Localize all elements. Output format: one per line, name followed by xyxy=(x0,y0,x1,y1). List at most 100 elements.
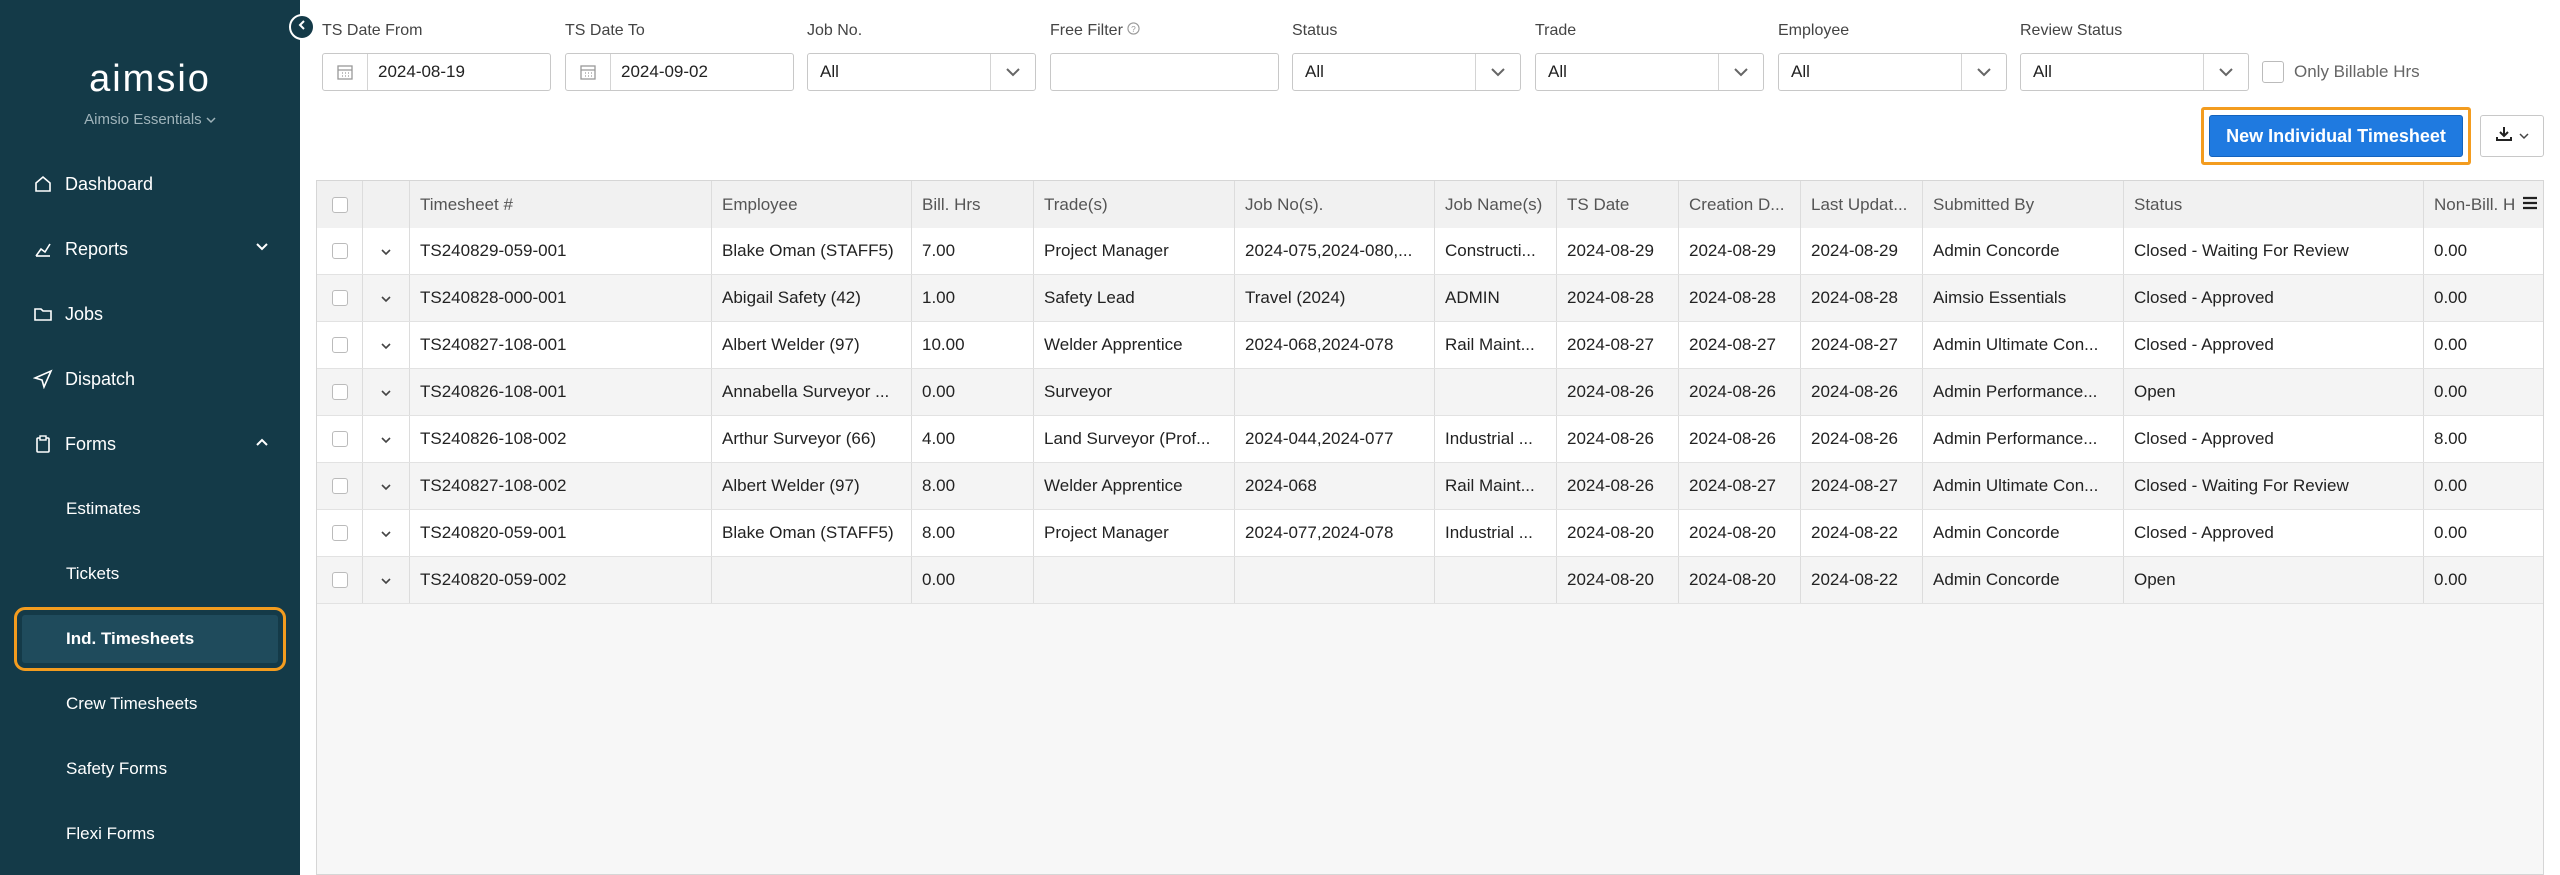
cell-status-text: Closed - Approved xyxy=(2134,288,2274,307)
chevron-down-icon xyxy=(2203,54,2248,90)
sub-crew-timesheets[interactable]: Crew Timesheets xyxy=(22,680,278,728)
table-row[interactable]: TS240827-108-001 Albert Welder (97) 10.00 W… xyxy=(317,322,2543,369)
header-job-names[interactable]: Job Name(s) xyxy=(1435,181,1557,228)
row-checkbox[interactable] xyxy=(331,525,348,541)
export-button[interactable] xyxy=(2480,115,2544,157)
new-individual-timesheet-button[interactable]: New Individual Timesheet xyxy=(2209,115,2463,157)
sub-flexi-forms[interactable]: Flexi Forms xyxy=(22,810,278,858)
cell-job-names: Constructi... xyxy=(1435,228,1557,274)
cell-employee: Blake Oman (STAFF5) xyxy=(712,228,912,274)
header-creation-date[interactable]: Creation D... xyxy=(1679,181,1801,228)
review-status-select[interactable]: All xyxy=(2020,53,2249,91)
cell-bill-hrs-text: 4.00 xyxy=(922,429,956,448)
chevron-up-icon xyxy=(254,434,270,455)
calendar-icon[interactable] xyxy=(323,54,368,90)
trade-label: Trade xyxy=(1535,22,1577,39)
cell-job-names: Rail Maint... xyxy=(1435,463,1557,509)
nav-dispatch[interactable]: Dispatch xyxy=(0,355,300,403)
row-expand-button[interactable] xyxy=(363,510,410,556)
row-expand-button[interactable] xyxy=(363,463,410,509)
nav-reports-label: Reports xyxy=(65,238,129,259)
employee-value: All xyxy=(1791,62,1810,81)
sub-safety-forms[interactable]: Safety Forms xyxy=(22,745,278,793)
row-checkbox[interactable] xyxy=(331,384,348,400)
only-billable-toggle[interactable]: Only Billable Hrs xyxy=(2262,61,2420,83)
table-row[interactable]: TS240828-000-001 Abigail Safety (42) 1.00 S… xyxy=(317,275,2543,322)
row-checkbox[interactable] xyxy=(331,243,348,259)
header-ts-date[interactable]: TS Date xyxy=(1557,181,1679,228)
cell-submitted-by: Admin Performance... xyxy=(1923,369,2124,415)
trade-select[interactable]: All xyxy=(1535,53,1764,91)
table-row[interactable]: TS240827-108-002 Albert Welder (97) 8.00 We… xyxy=(317,463,2543,510)
nav-reports[interactable]: Reports xyxy=(0,225,300,273)
row-expand-button[interactable] xyxy=(363,369,410,415)
header-employee[interactable]: Employee xyxy=(712,181,912,228)
sidebar-collapse-button[interactable] xyxy=(289,14,315,40)
status-select[interactable]: All xyxy=(1292,53,1521,91)
header-submitted-by[interactable]: Submitted By xyxy=(1923,181,2124,228)
column-menu-icon[interactable] xyxy=(2521,194,2539,217)
row-expand-button[interactable] xyxy=(363,416,410,462)
header-status[interactable]: Status xyxy=(2124,181,2424,228)
row-checkbox[interactable] xyxy=(331,572,348,588)
cell-employee-text: Annabella Surveyor ... xyxy=(722,382,890,401)
cell-bill-hrs-text: 0.00 xyxy=(922,570,956,589)
row-expand-button[interactable] xyxy=(363,557,410,603)
employee-select[interactable]: All xyxy=(1778,53,2007,91)
cell-trades: Project Manager xyxy=(1034,510,1235,556)
row-expand-button[interactable] xyxy=(363,322,410,368)
org-switcher[interactable]: Aimsio Essentials xyxy=(0,111,300,128)
table-row[interactable]: TS240826-108-002 Arthur Surveyor (66) 4.00… xyxy=(317,416,2543,463)
nav-jobs[interactable]: Jobs xyxy=(0,290,300,338)
cell-ts-date: 2024-08-26 xyxy=(1557,369,1679,415)
header-trades[interactable]: Trade(s) xyxy=(1034,181,1235,228)
ts-date-to-input[interactable]: 2024-09-02 xyxy=(565,53,794,91)
select-all-checkbox[interactable] xyxy=(331,196,348,213)
sub-tickets[interactable]: Tickets xyxy=(22,550,278,598)
only-billable-label: Only Billable Hrs xyxy=(2294,62,2420,81)
cell-ts-date-text: 2024-08-20 xyxy=(1567,570,1654,589)
row-expand-button[interactable] xyxy=(363,228,410,274)
sub-ind-timesheets[interactable]: Ind. Timesheets xyxy=(14,607,286,671)
chevron-down-icon xyxy=(1475,54,1520,90)
job-no-select[interactable]: All xyxy=(807,53,1036,91)
sub-flexi-forms-label: Flexi Forms xyxy=(66,824,155,843)
trade-value: All xyxy=(1548,62,1567,81)
cell-status-text: Closed - Approved xyxy=(2134,335,2274,354)
header-job-nos[interactable]: Job No(s). xyxy=(1235,181,1435,228)
ts-date-from-input[interactable]: 2024-08-19 xyxy=(322,53,551,91)
row-expand-button[interactable] xyxy=(363,275,410,321)
sub-estimates[interactable]: Estimates xyxy=(22,485,278,533)
cell-submitted-by-text: Admin Performance... xyxy=(1933,429,2098,448)
cell-status: Open xyxy=(2124,557,2424,603)
table-row[interactable]: TS240820-059-002 0.00 2024-08-20 2024-08-20… xyxy=(317,557,2543,604)
row-checkbox[interactable] xyxy=(331,431,348,447)
cell-job-names: Industrial ... xyxy=(1435,416,1557,462)
row-checkbox[interactable] xyxy=(331,337,348,353)
cell-creation-date-text: 2024-08-27 xyxy=(1689,476,1776,495)
cell-job-nos: 2024-044,2024-077 xyxy=(1235,416,1435,462)
row-checkbox[interactable] xyxy=(331,478,348,494)
cell-ts-date: 2024-08-26 xyxy=(1557,463,1679,509)
cell-non-bill-hrs-text: 0.00 xyxy=(2434,523,2468,542)
cell-creation-date-text: 2024-08-26 xyxy=(1689,382,1776,401)
cell-bill-hrs-text: 1.00 xyxy=(922,288,956,307)
chevron-left-icon xyxy=(296,18,308,36)
nav-forms[interactable]: Forms xyxy=(0,420,300,468)
table-row[interactable]: TS240829-059-001 Blake Oman (STAFF5) 7.00 P… xyxy=(317,228,2543,275)
header-bill-hrs[interactable]: Bill. Hrs xyxy=(912,181,1034,228)
free-filter-input[interactable] xyxy=(1050,53,1279,91)
cell-employee: Blake Oman (STAFF5) xyxy=(712,510,912,556)
chevron-down-icon xyxy=(380,335,392,355)
clipboard-icon xyxy=(33,434,53,454)
table-row[interactable]: TS240826-108-001 Annabella Surveyor ... 0.… xyxy=(317,369,2543,416)
nav-dashboard[interactable]: Dashboard xyxy=(0,160,300,208)
header-last-updated[interactable]: Last Updat... xyxy=(1801,181,1923,228)
calendar-icon[interactable] xyxy=(566,54,611,90)
header-timesheet[interactable]: Timesheet # xyxy=(410,181,712,228)
cell-submitted-by: Admin Concorde xyxy=(1923,557,2124,603)
only-billable-checkbox[interactable] xyxy=(2262,61,2284,83)
row-checkbox[interactable] xyxy=(331,290,348,306)
help-icon[interactable]: ? xyxy=(1127,22,1140,39)
table-row[interactable]: TS240820-059-001 Blake Oman (STAFF5) 8.00 P… xyxy=(317,510,2543,557)
